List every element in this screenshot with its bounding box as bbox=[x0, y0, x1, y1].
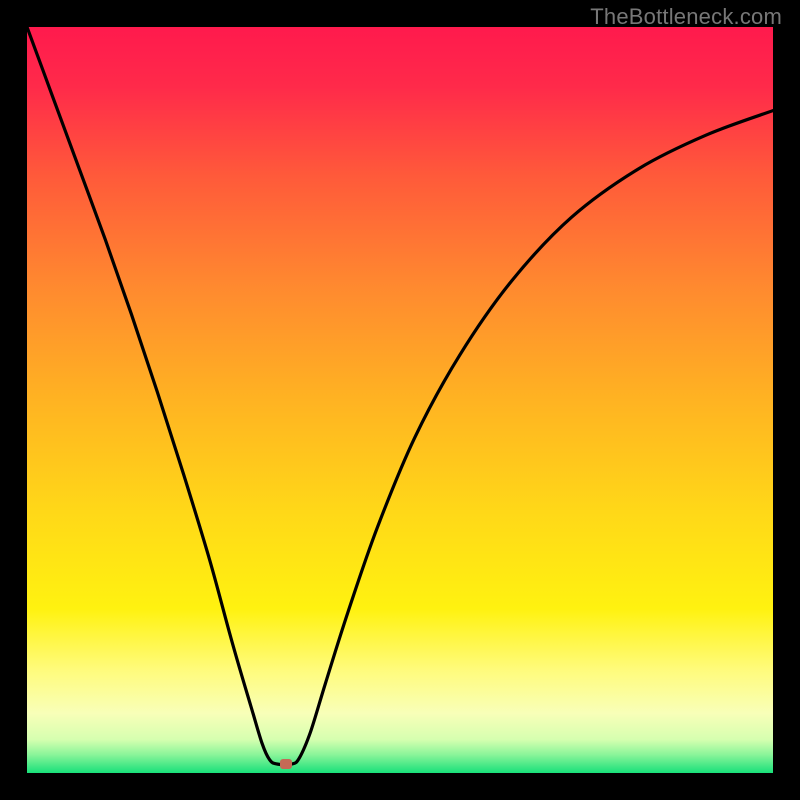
plot-area bbox=[27, 27, 773, 773]
optimal-point-marker bbox=[280, 759, 292, 769]
bottleneck-curve bbox=[27, 27, 773, 773]
watermark-text: TheBottleneck.com bbox=[590, 4, 782, 30]
chart-frame: TheBottleneck.com bbox=[0, 0, 800, 800]
gradient-background bbox=[27, 27, 773, 773]
